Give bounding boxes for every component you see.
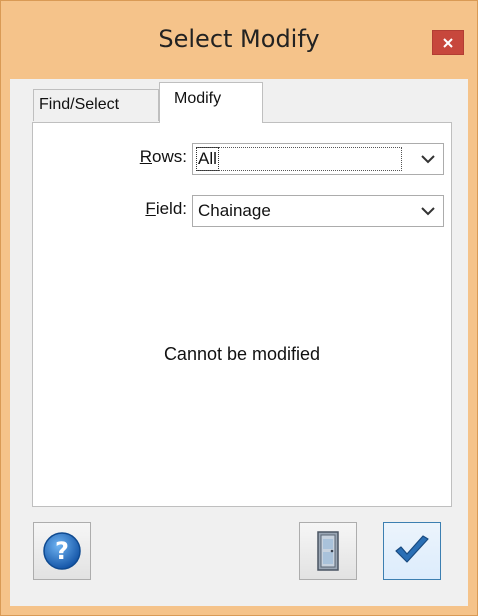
chevron-down-icon	[421, 155, 435, 164]
tab-find-select-label: Find/Select	[39, 96, 120, 113]
rows-label: Rows:	[139, 147, 187, 166]
dialog-window: Select Modify Find/Select Modify Rows: A…	[0, 0, 478, 616]
chevron-down-icon	[421, 207, 435, 216]
rows-dropdown[interactable]: All	[192, 143, 444, 175]
window-title: Select Modify	[158, 25, 320, 53]
svg-text:?: ?	[55, 537, 69, 565]
help-button[interactable]: ?	[33, 522, 91, 580]
modify-tab-panel: Rows: All Field: Chainage Cannot be modi…	[32, 122, 452, 507]
field-dropdown-value: Chainage	[198, 201, 271, 220]
rows-dropdown-value: All	[196, 147, 219, 171]
exit-button[interactable]	[299, 522, 357, 580]
checkmark-icon	[395, 535, 429, 563]
title-bar[interactable]: Select Modify	[1, 1, 477, 79]
tab-find-select[interactable]: Find/Select	[33, 89, 159, 121]
status-message: Cannot be modified	[163, 344, 321, 364]
close-button[interactable]	[432, 30, 464, 55]
tab-modify[interactable]: Modify	[159, 82, 263, 123]
close-icon	[443, 37, 453, 48]
field-label: Field:	[145, 199, 187, 218]
ok-button[interactable]	[383, 522, 441, 580]
door-icon	[317, 531, 339, 571]
field-dropdown[interactable]: Chainage	[192, 195, 444, 227]
focus-indicator	[196, 147, 402, 171]
tab-modify-label: Modify	[174, 90, 222, 107]
dialog-body: Find/Select Modify Rows: All Field: Chai…	[10, 79, 468, 606]
help-icon: ?	[43, 532, 81, 570]
